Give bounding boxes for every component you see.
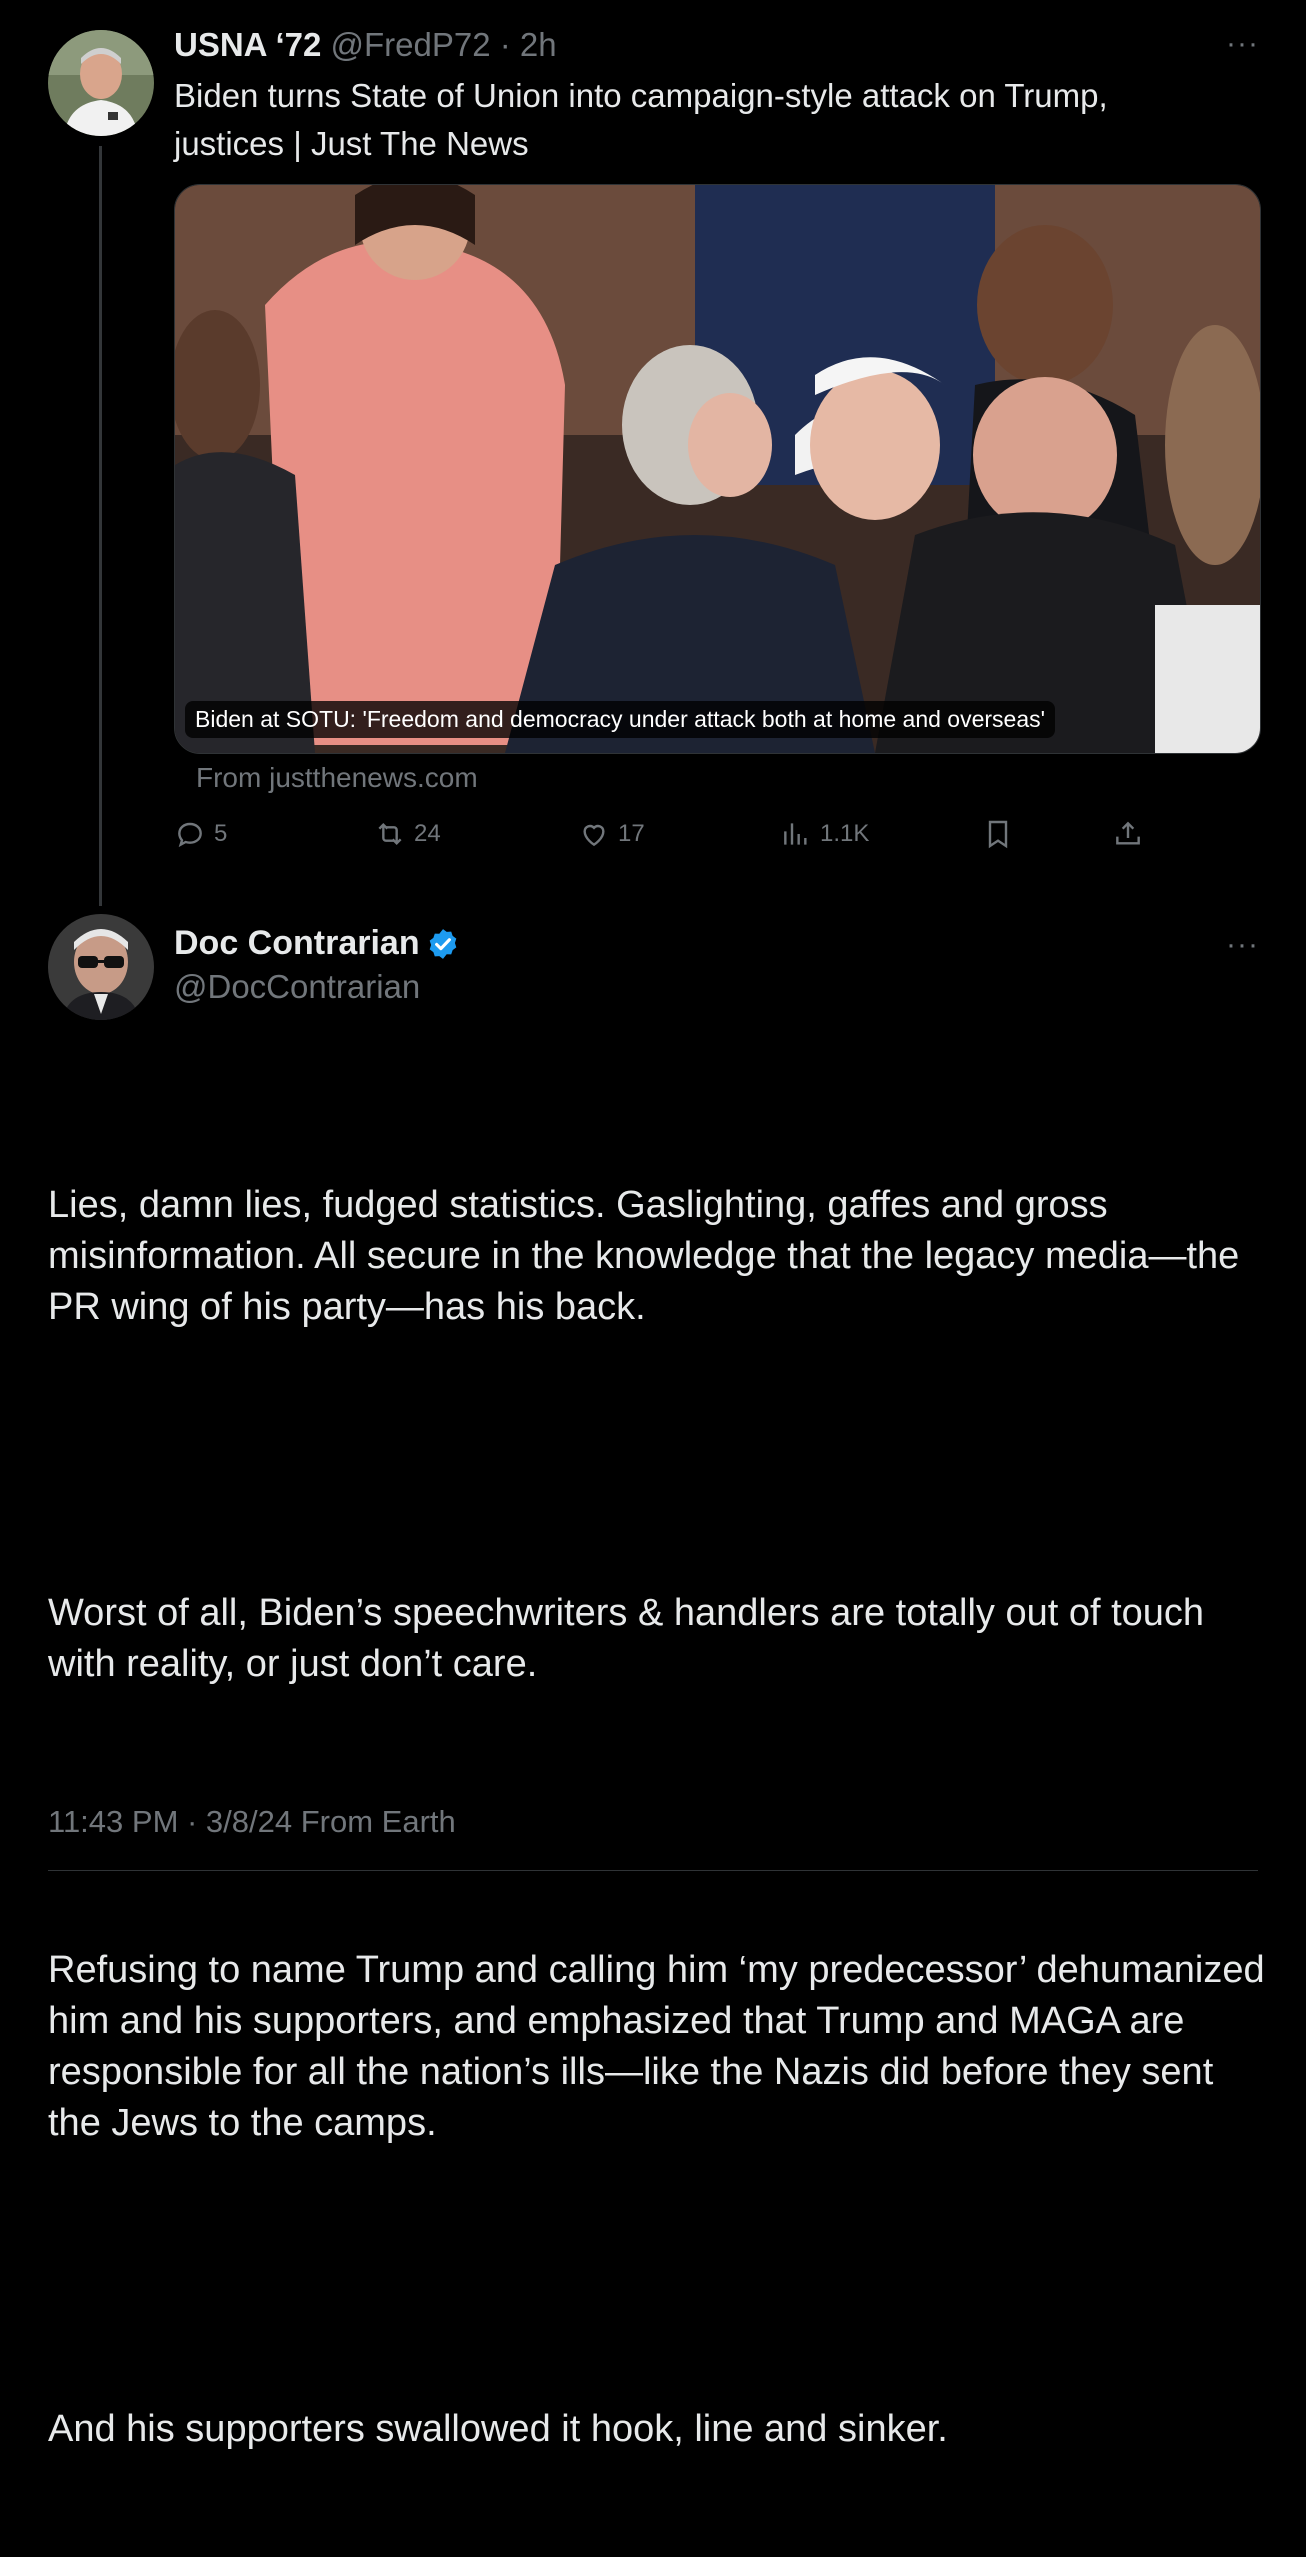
reply-button[interactable]: 5: [174, 818, 227, 850]
timestamp[interactable]: · 2h: [500, 26, 557, 63]
divider: [48, 1870, 1258, 1871]
views-count: 1.1K: [820, 820, 870, 847]
like-button[interactable]: 17: [578, 818, 645, 850]
body-paragraph: Refusing to name Trump and calling him ‘…: [48, 1949, 1276, 2144]
views-button[interactable]: 1.1K: [780, 818, 869, 850]
bookmark-button[interactable]: [982, 818, 1022, 850]
heart-icon: [583, 824, 605, 847]
author-header: Doc Contrarian: [174, 924, 460, 963]
body-paragraph: Lies, damn lies, fudged statistics. Gasl…: [48, 1184, 1250, 1328]
views-icon: [784, 823, 807, 845]
link-source[interactable]: From justthenews.com: [196, 762, 478, 794]
repost-count: 24: [414, 820, 441, 847]
share-icon: [1116, 821, 1140, 845]
thread-line: [99, 146, 102, 906]
parent-header: USNA ‘72 @FredP72 · 2h: [174, 26, 557, 64]
reply-count: 5: [214, 820, 228, 847]
display-name[interactable]: Doc Contrarian: [174, 924, 420, 963]
more-options-button[interactable]: ···: [1226, 29, 1259, 59]
post-meta[interactable]: 11:43 PM · 3/8/24 From Earth: [48, 1804, 456, 1840]
handle[interactable]: @DocContrarian: [174, 968, 420, 1006]
like-count: 17: [618, 820, 645, 847]
avatar[interactable]: [48, 30, 154, 136]
link-card-caption: Biden at SOTU: 'Freedom and democracy un…: [185, 701, 1056, 738]
share-button[interactable]: [1112, 818, 1152, 850]
verified-badge-icon: [429, 928, 456, 959]
body-paragraph: Worst of all, Biden’s speechwriters & ha…: [48, 1592, 1215, 1685]
link-card[interactable]: Biden at SOTU: 'Freedom and democracy un…: [174, 184, 1261, 754]
avatar[interactable]: [48, 914, 154, 1020]
bookmark-icon: [988, 820, 1008, 849]
display-name[interactable]: USNA ‘72: [174, 26, 321, 63]
repost-button[interactable]: 24: [374, 818, 441, 850]
more-options-button[interactable]: ···: [1226, 930, 1259, 960]
reply-icon: [178, 822, 202, 848]
repost-icon: [378, 822, 402, 846]
handle[interactable]: @FredP72: [331, 26, 491, 63]
tweet-text: Biden turns State of Union into campaign…: [174, 77, 1108, 162]
link-card-image: [175, 185, 1260, 753]
body-paragraph: And his supporters swallowed it hook, li…: [48, 2408, 948, 2450]
